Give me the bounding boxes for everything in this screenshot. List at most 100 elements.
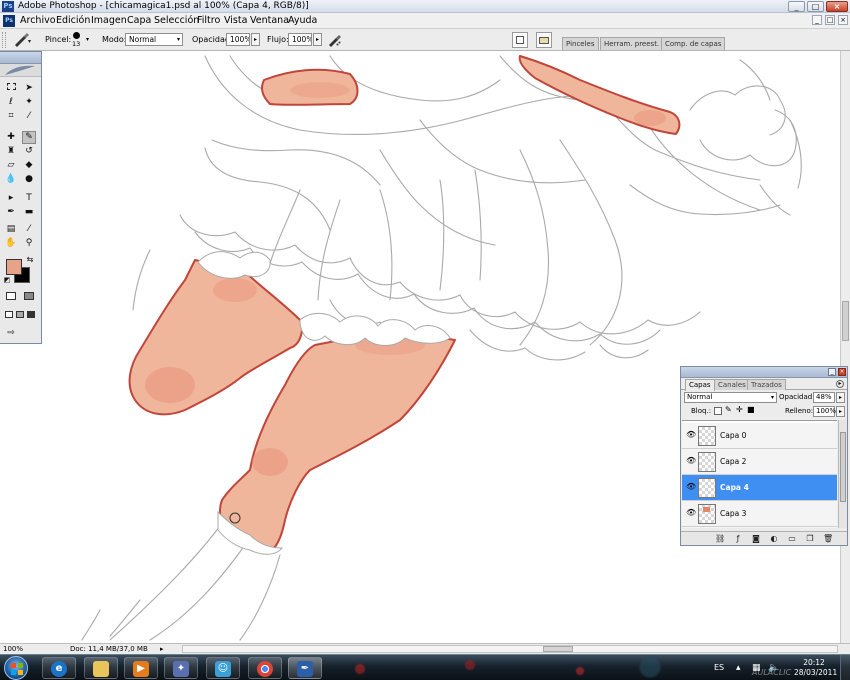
marquee-tool-icon[interactable]	[4, 82, 18, 95]
lasso-tool-icon[interactable]: ℓ	[4, 96, 18, 109]
layer-opacity-input[interactable]: 48%	[813, 392, 835, 403]
toggle-palettes-icon[interactable]	[512, 32, 528, 48]
lock-position-icon[interactable]: ✛	[736, 405, 743, 414]
flow-input[interactable]: 100%	[288, 33, 312, 46]
brush-tool-icon[interactable]: ✎	[22, 131, 36, 144]
layer-row-partial[interactable]	[682, 527, 837, 528]
language-indicator[interactable]: ES	[714, 655, 724, 680]
magic-wand-tool-icon[interactable]: ✦	[22, 96, 36, 109]
menu-ayuda[interactable]: Ayuda	[288, 13, 317, 29]
slice-tool-icon[interactable]: ⁄	[22, 110, 36, 123]
layers-panel-minimize-button[interactable]: _	[828, 368, 836, 376]
layer-row-capa-3[interactable]: 👁 Capa 3	[682, 501, 837, 527]
opacity-slider-arrow[interactable]: ▸	[251, 33, 260, 46]
doc-restore-button[interactable]: □	[825, 15, 835, 25]
maximize-button[interactable]: □	[807, 1, 824, 12]
menu-vista[interactable]: Vista	[224, 13, 247, 29]
flow-slider-arrow[interactable]: ▸	[313, 33, 322, 46]
panel-menu-arrow-icon[interactable]: ▸	[836, 380, 844, 388]
file-browser-icon[interactable]	[536, 32, 552, 48]
airbrush-icon[interactable]	[327, 33, 342, 47]
notes-tool-icon[interactable]: ▤	[4, 223, 18, 236]
lock-all-icon[interactable]: ■	[747, 405, 755, 414]
fill-input[interactable]: 100%	[813, 406, 836, 417]
taskbar-messenger[interactable]: ☺	[206, 657, 240, 679]
canvas-vertical-scrollbar[interactable]	[840, 51, 850, 643]
adobe-online-feather-icon[interactable]	[0, 64, 41, 77]
taskbar-chrome[interactable]	[248, 657, 282, 679]
menu-archivo[interactable]: Archivo	[20, 13, 56, 29]
system-clock[interactable]: 20:12 28/03/2011	[794, 658, 837, 678]
adjustment-layer-icon[interactable]: ◐	[769, 534, 779, 543]
path-selection-tool-icon[interactable]: ▸	[4, 192, 18, 205]
swap-colors-icon[interactable]: ⇆	[25, 255, 35, 265]
layer-row-capa-0[interactable]: 👁 Capa 0	[682, 423, 837, 449]
layers-panel-close-button[interactable]: ×	[838, 368, 846, 376]
healing-brush-tool-icon[interactable]: ✚	[4, 131, 18, 144]
jump-to-imageready-icon[interactable]: ⇨	[4, 327, 18, 340]
quick-mask-mode-icon[interactable]	[22, 292, 36, 305]
layers-panel-title-bar[interactable]: _ ×	[681, 367, 847, 378]
tab-pinceles[interactable]: Pinceles	[562, 37, 599, 50]
opacity-input[interactable]: 100%	[226, 33, 250, 46]
layers-scrollbar[interactable]	[838, 420, 847, 528]
layers-scroll-thumb[interactable]	[840, 432, 846, 502]
mode-select[interactable]: Normal ▾	[125, 33, 183, 46]
menu-seleccion[interactable]: Selección	[154, 13, 199, 29]
tab-herram-preest[interactable]: Herram. preest.	[600, 37, 664, 50]
blur-tool-icon[interactable]: 💧	[4, 173, 18, 186]
pen-tool-icon[interactable]: ✒	[4, 206, 18, 219]
start-button[interactable]	[4, 656, 28, 680]
status-menu-arrow[interactable]: ▸	[160, 644, 164, 654]
standard-screen-mode-icon[interactable]	[3, 310, 14, 323]
taskbar-explorer[interactable]	[84, 657, 118, 679]
layer-row-capa-4[interactable]: 👁 Capa 4	[682, 475, 837, 501]
vertical-scroll-thumb[interactable]	[842, 301, 849, 341]
minimize-button[interactable]: _	[788, 1, 805, 12]
taskbar-internet-explorer[interactable]: e	[42, 657, 76, 679]
lock-transparency-icon[interactable]	[714, 407, 722, 415]
paint-bucket-tool-icon[interactable]: ◆	[22, 159, 36, 172]
shape-tool-icon[interactable]: ▬	[22, 206, 36, 219]
taskbar-media-player[interactable]: ▶	[124, 657, 158, 679]
menu-edicion[interactable]: Edición	[56, 13, 90, 29]
document-canvas[interactable]	[42, 51, 840, 643]
canvas-horizontal-scrollbar[interactable]	[182, 645, 838, 653]
hand-tool-icon[interactable]: ✋	[4, 237, 18, 250]
link-layers-icon[interactable]: ⛓	[715, 534, 725, 543]
tab-canales[interactable]: Canales	[714, 379, 750, 390]
fill-arrow[interactable]: ▸	[836, 406, 845, 417]
close-button[interactable]: ×	[826, 1, 848, 12]
document-menu-icon[interactable]: Ps	[3, 15, 15, 27]
delete-layer-icon[interactable]: 🗑	[823, 534, 833, 543]
photoshop-app-icon[interactable]: Ps	[2, 1, 14, 12]
move-tool-icon[interactable]: ➤	[22, 82, 36, 95]
menu-filtro[interactable]: Filtro	[197, 13, 220, 29]
brush-picker-arrow[interactable]: ▾	[86, 29, 89, 51]
menu-imagen[interactable]: Imagen	[91, 13, 127, 29]
options-bar-grip[interactable]	[2, 32, 6, 48]
doc-minimize-button[interactable]: _	[812, 15, 822, 25]
type-tool-icon[interactable]: T	[22, 192, 36, 205]
visibility-eye-icon[interactable]: 👁	[686, 483, 696, 491]
blend-mode-select[interactable]: Normal ▾	[684, 392, 777, 403]
layer-style-icon[interactable]: ƒ	[733, 534, 743, 543]
dodge-tool-icon[interactable]: ●	[22, 173, 36, 186]
taskbar-app-4[interactable]: ✦	[164, 657, 198, 679]
layer-row-capa-2[interactable]: 👁 Capa 2	[682, 449, 837, 475]
zoom-level[interactable]: 100%	[3, 644, 23, 654]
default-colors-icon[interactable]: ◩	[3, 276, 11, 284]
eyedropper-tool-icon[interactable]: ⁄	[22, 223, 36, 236]
full-screen-menu-mode-icon[interactable]	[14, 310, 25, 323]
eraser-tool-icon[interactable]: ▱	[4, 159, 18, 172]
visibility-eye-icon[interactable]: 👁	[686, 431, 696, 439]
zoom-tool-icon[interactable]: ⚲	[22, 237, 36, 250]
history-brush-tool-icon[interactable]: ↺	[22, 145, 36, 158]
brush-tool-preset-icon[interactable]	[12, 33, 32, 47]
foreground-color-swatch[interactable]	[6, 259, 22, 275]
clone-stamp-tool-icon[interactable]: ♜	[4, 145, 18, 158]
tray-arrow-icon[interactable]: ▴	[736, 655, 741, 680]
tab-trazados[interactable]: Trazados	[747, 379, 786, 390]
standard-mode-icon[interactable]	[4, 292, 18, 305]
visibility-eye-icon[interactable]: 👁	[686, 509, 696, 517]
